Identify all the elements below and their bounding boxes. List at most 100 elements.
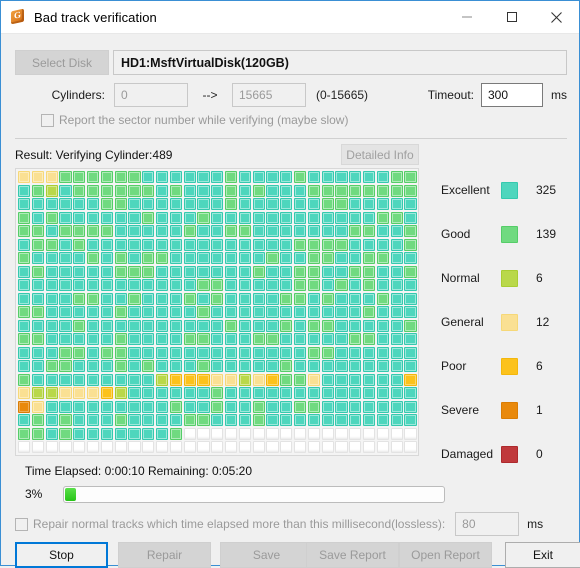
repair-threshold-input[interactable]: 80 (455, 512, 520, 536)
select-disk-button[interactable]: Select Disk (15, 50, 109, 75)
track-cell (142, 238, 155, 251)
track-cell (142, 387, 155, 399)
track-cell (31, 441, 44, 453)
track-cell (390, 238, 403, 251)
track-cell (404, 333, 417, 345)
track-cell (252, 238, 265, 251)
track-cell (404, 427, 417, 440)
track-cell (362, 319, 376, 332)
track-cell (238, 414, 251, 426)
track-cell (238, 171, 251, 183)
track-cell (349, 198, 362, 210)
track-cell (376, 441, 389, 453)
track-cell (197, 414, 210, 426)
track-cell (404, 360, 417, 372)
track-cell (197, 360, 210, 372)
track-cell (224, 198, 238, 210)
track-cell (211, 441, 224, 453)
track-cell (390, 373, 403, 386)
maximize-icon[interactable] (489, 1, 534, 33)
save-report-button[interactable]: Save Report (306, 542, 399, 568)
repair-normal-tracks-checkbox[interactable] (15, 517, 28, 531)
track-cell (45, 171, 58, 183)
track-cell (238, 252, 251, 264)
track-cell (266, 333, 279, 345)
track-cell (321, 211, 334, 224)
track-map-grid[interactable] (18, 171, 418, 455)
track-cell (45, 306, 58, 318)
track-cell (86, 414, 100, 426)
track-cell (183, 265, 196, 278)
stop-button[interactable]: Stop (15, 542, 108, 568)
action-button-row: Stop Repair Save Save Report Open Report… (15, 542, 580, 568)
selected-disk-value[interactable]: HD1:MsftVirtualDisk(120GB) (113, 50, 567, 75)
track-cell (238, 198, 251, 210)
track-cell (349, 400, 362, 413)
track-cell (155, 387, 169, 399)
save-button[interactable]: Save (220, 542, 313, 568)
track-cell (197, 373, 210, 386)
repair-button[interactable]: Repair (118, 542, 211, 568)
track-cell (376, 373, 389, 386)
legend-label: General (441, 315, 484, 329)
minimize-icon[interactable] (444, 1, 489, 33)
track-cell (197, 225, 210, 237)
track-cell (18, 387, 31, 399)
track-cell (128, 279, 141, 291)
cylinder-from-input[interactable]: 0 (114, 83, 188, 107)
track-cell (183, 400, 196, 413)
track-cell (238, 373, 251, 386)
track-cell (307, 387, 320, 399)
repair-option-row[interactable]: Repair normal tracks which time elapsed … (15, 512, 567, 536)
track-cell (376, 211, 389, 224)
timeout-input[interactable]: 300 (481, 83, 543, 107)
track-cell (45, 360, 58, 372)
track-cell (321, 292, 334, 305)
cylinder-to-input[interactable]: 15665 (232, 83, 306, 107)
track-cell (280, 319, 293, 332)
track-cell (100, 373, 113, 386)
track-cell (18, 252, 31, 264)
track-cell (349, 346, 362, 359)
track-cell (252, 184, 265, 197)
track-cell (362, 387, 376, 399)
track-cell (31, 225, 44, 237)
track-cell (155, 198, 169, 210)
track-cell (390, 306, 403, 318)
exit-button[interactable]: Exit (505, 542, 580, 568)
track-cell (293, 319, 307, 332)
track-cell (59, 319, 72, 332)
track-cell (155, 265, 169, 278)
report-sector-checkbox[interactable] (41, 113, 54, 127)
track-cell (321, 238, 334, 251)
track-cell (349, 184, 362, 197)
track-cell (280, 252, 293, 264)
track-cell (266, 400, 279, 413)
time-elapsed-text: Time Elapsed: 0:00:10 Remaining: 0:05:20 (25, 464, 253, 478)
track-cell (100, 333, 113, 345)
close-icon[interactable] (534, 1, 579, 33)
track-cell (335, 441, 348, 453)
track-cell (362, 171, 376, 183)
track-cell (335, 238, 348, 251)
detailed-info-button[interactable]: Detailed Info (341, 144, 419, 165)
track-cell (252, 171, 265, 183)
track-cell (238, 211, 251, 224)
track-cell (169, 198, 182, 210)
track-cell (45, 265, 58, 278)
report-sector-checkbox-row[interactable]: Report the sector number while verifying… (41, 113, 348, 127)
track-cell (45, 346, 58, 359)
legend-count: 139 (536, 227, 557, 241)
track-cell (169, 427, 182, 440)
track-cell (86, 292, 100, 305)
track-cell (73, 319, 86, 332)
track-cell (321, 414, 334, 426)
title-bar: G Bad track verification (1, 1, 579, 34)
track-cell (183, 198, 196, 210)
track-cell (142, 225, 155, 237)
track-cell (293, 184, 307, 197)
track-cell (18, 211, 31, 224)
track-cell (390, 171, 403, 183)
app-logo-icon: G (10, 8, 26, 25)
open-report-button[interactable]: Open Report (399, 542, 492, 568)
